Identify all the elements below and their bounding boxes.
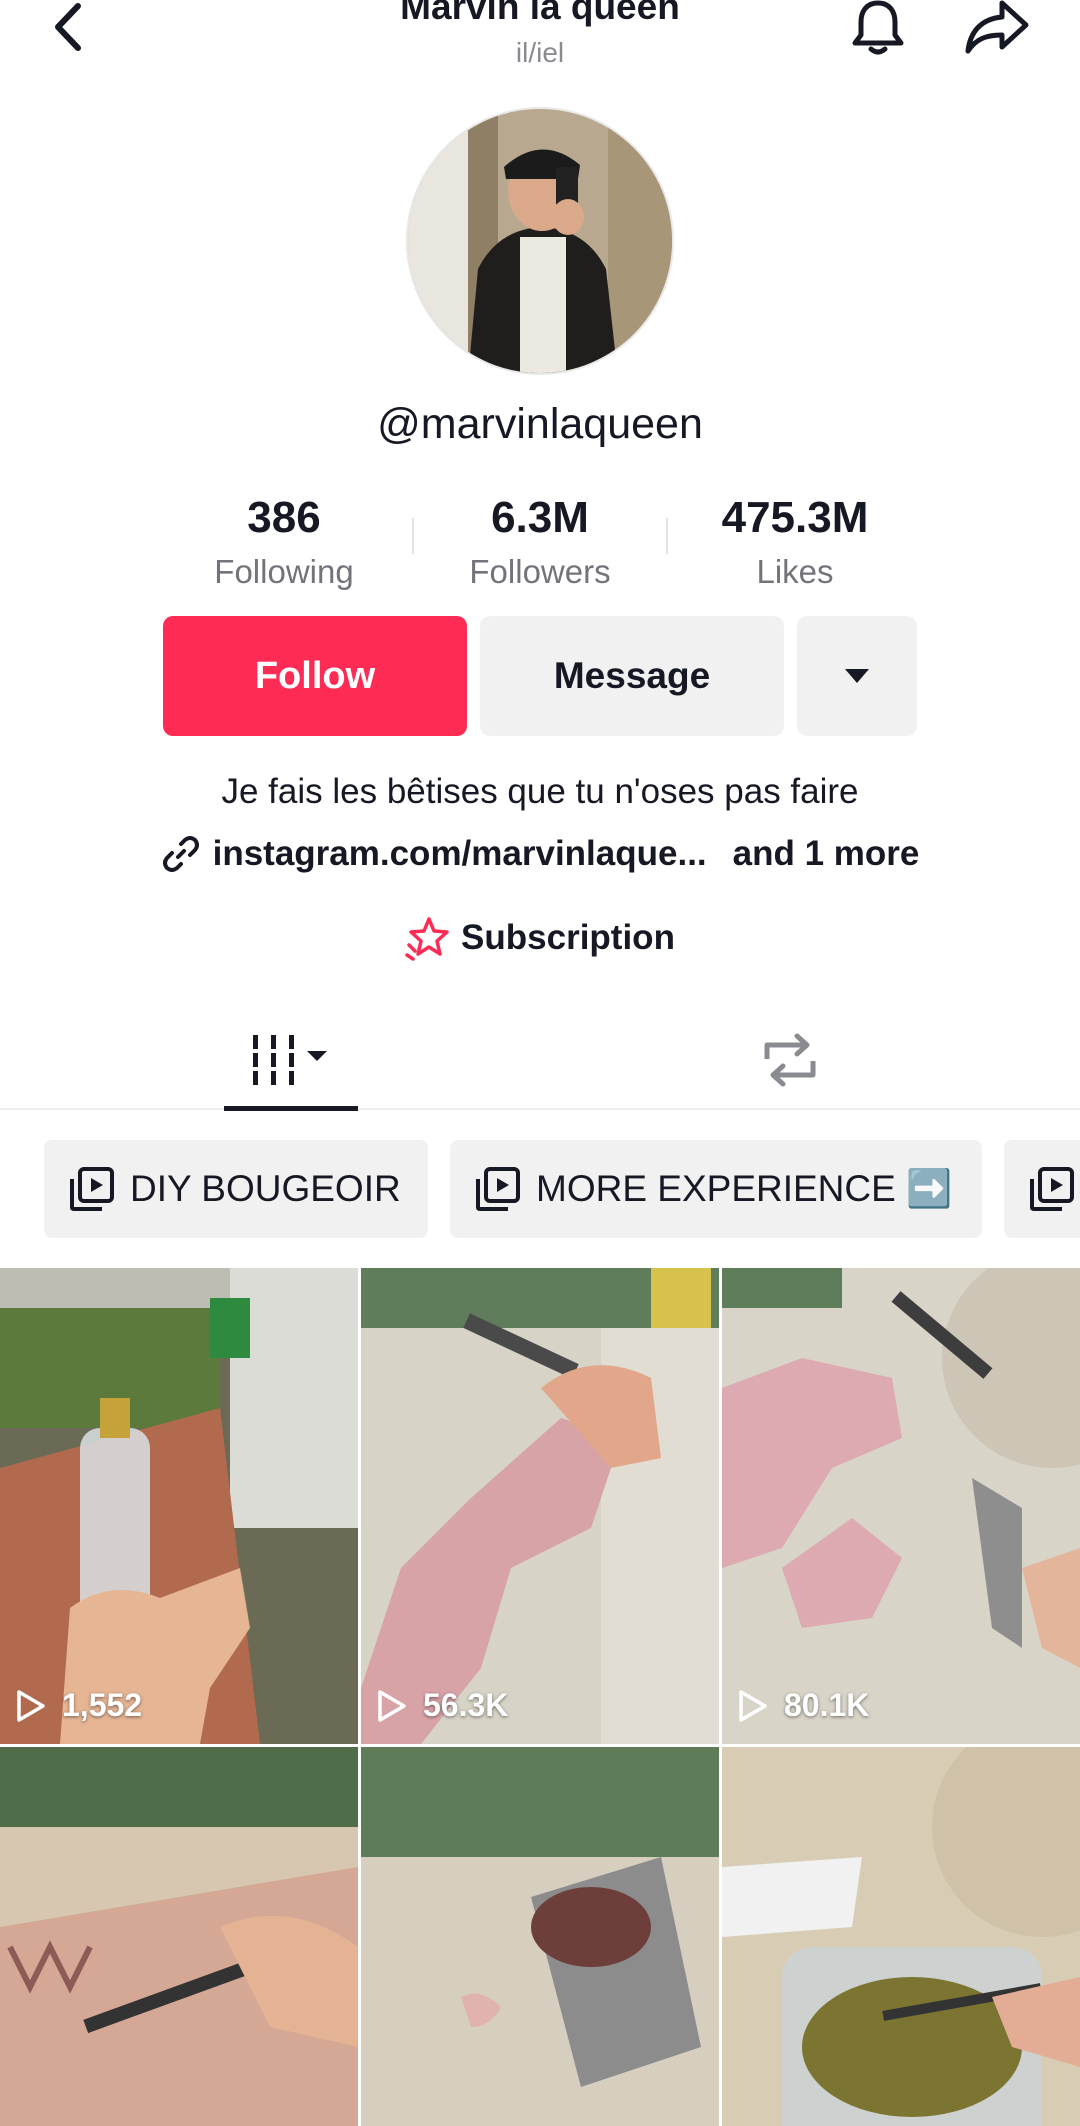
pronouns-label: il/iel <box>515 37 565 68</box>
subscription-row[interactable]: Subscription <box>0 915 1080 961</box>
video-thumbnail[interactable]: 1,552 <box>0 1268 358 1744</box>
profile-handle: @marvinlaqueen <box>377 400 703 448</box>
stat-value: 6.3M <box>491 493 589 542</box>
video-thumbnail[interactable] <box>361 1747 719 2126</box>
subscription-star-icon <box>405 915 451 961</box>
playlist-icon <box>1028 1165 1076 1213</box>
view-count-value: 56.3K <box>423 1687 509 1723</box>
stat-label: Followers <box>469 553 611 590</box>
thumbnail-image <box>0 1747 358 2126</box>
stat-following[interactable]: 386 Following <box>164 488 404 596</box>
share-button[interactable] <box>962 0 1032 58</box>
playlist-label: DIY BOUGEOIR <box>130 1168 401 1209</box>
play-icon <box>738 1688 772 1724</box>
notifications-button[interactable] <box>846 0 910 60</box>
view-count: 56.3K <box>377 1687 508 1724</box>
view-count: 80.1K <box>738 1687 869 1724</box>
profile-avatar[interactable] <box>406 107 674 375</box>
view-count-value: 1,552 <box>62 1687 143 1723</box>
video-thumbnail[interactable] <box>722 1747 1080 2126</box>
stat-label: Likes <box>756 553 834 590</box>
bio-link[interactable]: instagram.com/marvinlaque... <box>213 834 707 874</box>
video-thumbnail[interactable] <box>0 1747 358 2126</box>
bell-icon <box>852 0 904 55</box>
stat-divider <box>666 518 668 554</box>
thumbnail-image <box>0 1268 358 1744</box>
view-count-value: 80.1K <box>784 1687 870 1723</box>
profile-bio: Je fais les bêtises que tu n'oses pas fa… <box>221 772 859 811</box>
profile-display-name: Marvin la queen <box>400 0 680 27</box>
bio-link-more[interactable]: and 1 more <box>733 834 920 874</box>
follow-button[interactable]: Follow <box>163 616 467 736</box>
thumbnail-image <box>361 1268 719 1744</box>
bio-link-row[interactable]: instagram.com/marvinlaque... and 1 more <box>0 834 1080 874</box>
playlist-chip[interactable]: DIY BOUGEOIR <box>44 1140 428 1238</box>
avatar-photo <box>408 109 672 373</box>
message-button[interactable]: Message <box>480 616 784 736</box>
playlist-icon <box>474 1165 522 1213</box>
repost-icon <box>764 1033 816 1087</box>
video-thumbnail[interactable]: 56.3K <box>361 1268 719 1744</box>
playlist-icon <box>68 1165 116 1213</box>
stat-divider <box>412 518 414 554</box>
video-grid: 1,552 56.3K 80.1K <box>0 1268 1080 2126</box>
thumbnail-image <box>722 1268 1080 1744</box>
share-arrow-icon <box>965 0 1029 54</box>
stat-value: 386 <box>247 493 321 542</box>
view-count: 1,552 <box>16 1687 142 1724</box>
more-options-button[interactable] <box>797 616 917 736</box>
playlist-chip[interactable] <box>1004 1140 1080 1238</box>
thumbnail-image <box>361 1747 719 2126</box>
stat-likes[interactable]: 475.3M Likes <box>675 488 915 596</box>
stat-followers[interactable]: 6.3M Followers <box>420 488 660 596</box>
tab-videos[interactable] <box>224 1010 358 1110</box>
top-bar: Marvin la queen il/iel <box>0 0 1080 80</box>
profile-tabs <box>0 1010 1080 1111</box>
active-tab-indicator <box>224 1106 358 1111</box>
stat-label: Following <box>214 553 354 590</box>
tab-reposts[interactable] <box>730 1010 850 1110</box>
stat-value: 475.3M <box>721 493 869 542</box>
grid-bars-icon <box>253 1035 327 1085</box>
play-icon <box>16 1688 50 1724</box>
play-icon <box>377 1688 411 1724</box>
profile-actions: Follow Message <box>163 616 917 736</box>
thumbnail-image <box>722 1747 1080 2126</box>
link-icon <box>161 834 201 874</box>
caret-down-icon <box>845 669 869 683</box>
playlist-chip[interactable]: MORE EXPERIENCE ➡️ <box>450 1140 982 1238</box>
playlist-label: MORE EXPERIENCE ➡️ <box>536 1167 953 1209</box>
playlist-chips: DIY BOUGEOIR MORE EXPERIENCE ➡️ <box>0 1140 1080 1240</box>
subscription-label: Subscription <box>461 918 675 957</box>
video-thumbnail[interactable]: 80.1K <box>722 1268 1080 1744</box>
profile-stats: 386 Following 6.3M Followers 475.3M Like… <box>150 488 930 598</box>
